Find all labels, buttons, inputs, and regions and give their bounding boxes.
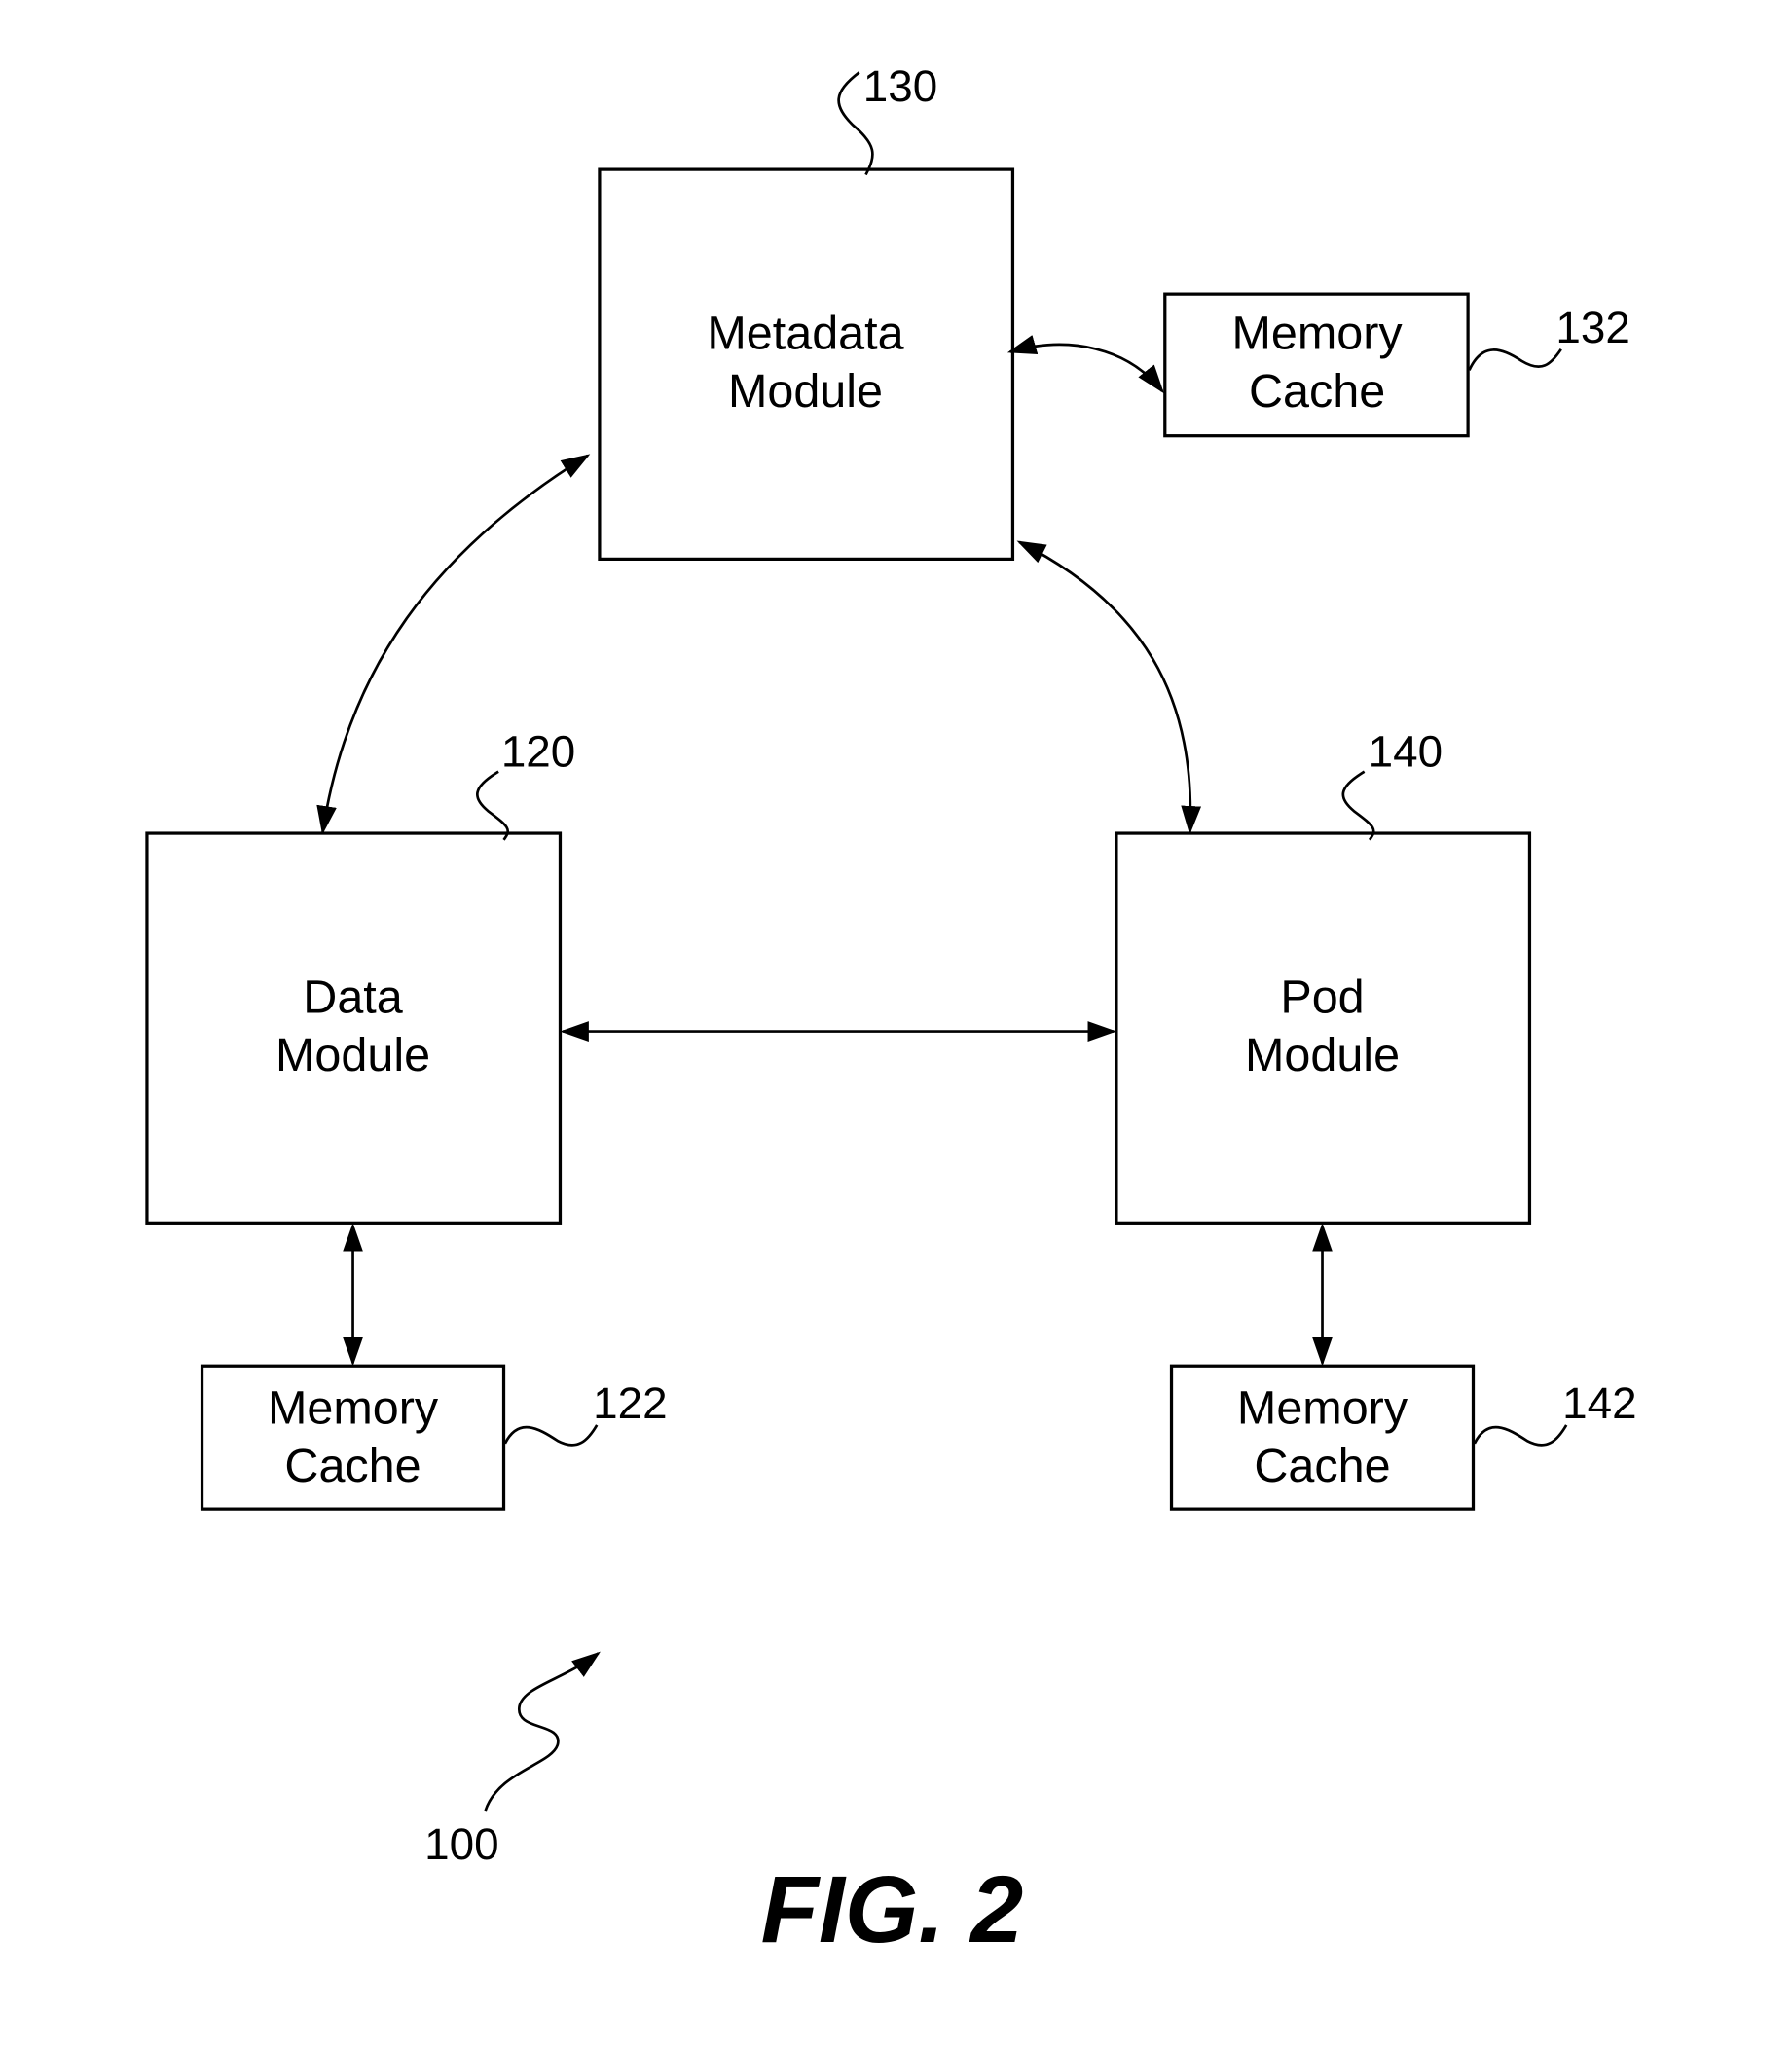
ref-label-142: 142 bbox=[1562, 1378, 1636, 1428]
pod-module-label-line1: Pod bbox=[1280, 971, 1364, 1024]
arrow-metadata-to-cache-132 bbox=[1006, 335, 1164, 394]
data-module-label-line2: Module bbox=[275, 1029, 430, 1081]
memory-cache-122-label-line1: Memory bbox=[268, 1382, 439, 1435]
memory-cache-142-label-line1: Memory bbox=[1237, 1382, 1408, 1435]
ref-label-120: 120 bbox=[501, 726, 575, 776]
diagram-canvas: Metadata Module 130 Memory Cache 132 Dat… bbox=[145, 61, 1637, 1962]
memory-cache-122-label-line2: Cache bbox=[284, 1440, 421, 1492]
ref-leader-122 bbox=[503, 1424, 599, 1447]
ref-leader-132 bbox=[1468, 348, 1562, 371]
metadata-module: Metadata Module bbox=[598, 167, 1015, 561]
ref-label-100: 100 bbox=[424, 1819, 498, 1869]
metadata-module-label-line2: Module bbox=[728, 365, 883, 418]
ref-leader-142 bbox=[1473, 1424, 1568, 1447]
memory-cache-132: Memory Cache bbox=[1163, 292, 1470, 438]
pod-module: Pod Module bbox=[1115, 831, 1532, 1225]
ref-leader-140 bbox=[1341, 770, 1375, 841]
memory-cache-132-label-line1: Memory bbox=[1232, 308, 1404, 360]
data-module-label-line1: Data bbox=[303, 971, 402, 1024]
ref-arrow-100 bbox=[484, 1651, 601, 1812]
data-module: Data Module bbox=[145, 831, 563, 1225]
memory-cache-122: Memory Cache bbox=[200, 1364, 506, 1511]
pod-module-label-line2: Module bbox=[1245, 1029, 1400, 1081]
arrow-metadata-to-pod bbox=[1016, 540, 1202, 835]
ref-label-122: 122 bbox=[593, 1378, 667, 1428]
memory-cache-142: Memory Cache bbox=[1169, 1364, 1476, 1511]
ref-label-132: 132 bbox=[1555, 303, 1629, 352]
memory-cache-132-label-line2: Cache bbox=[1249, 365, 1385, 418]
memory-cache-142-label-line2: Cache bbox=[1254, 1440, 1390, 1492]
ref-label-140: 140 bbox=[1369, 726, 1443, 776]
figure-caption: FIG. 2 bbox=[761, 1856, 1024, 1962]
ref-leader-120 bbox=[476, 770, 509, 841]
ref-label-130: 130 bbox=[863, 61, 937, 111]
metadata-module-label-line1: Metadata bbox=[707, 308, 903, 360]
